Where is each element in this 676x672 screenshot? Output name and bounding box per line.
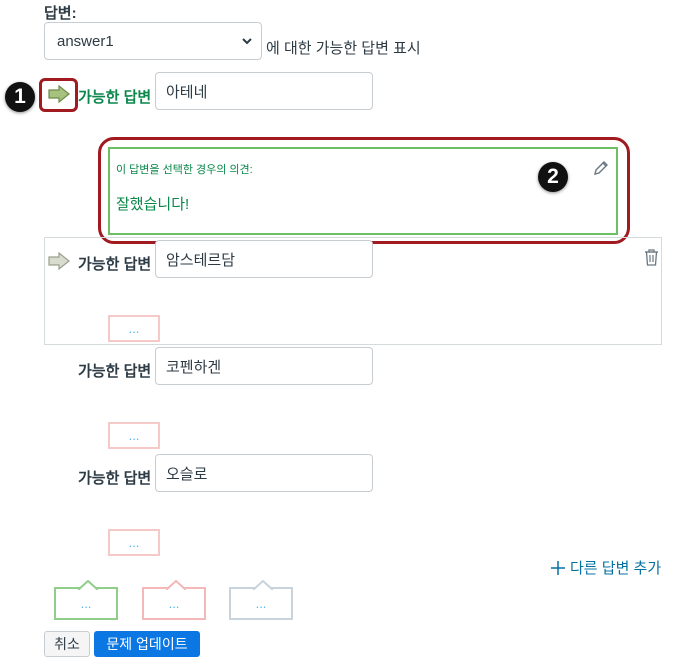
answer-label-3: 가능한 답변 <box>78 363 152 380</box>
answer-input-4[interactable]: 오슬로 <box>155 454 373 492</box>
answer-label-1: 가능한 답변 <box>78 89 152 106</box>
answer-comment-box[interactable]: 이 답변을 선택한 경우의 의견: 잘했습니다! <box>108 147 618 235</box>
comment-toggle-button[interactable]: ... <box>108 529 160 556</box>
comment-title: 이 답변을 선택한 경우의 의견: <box>116 164 253 176</box>
callout-dots: ... <box>255 596 267 611</box>
answer-select[interactable]: answer1 <box>44 22 262 60</box>
add-answer-label: 다른 답변 추가 <box>570 560 662 577</box>
correct-answer-arrow-icon[interactable] <box>48 85 70 103</box>
trash-icon[interactable] <box>643 248 660 267</box>
comment-toggle-button[interactable]: ... <box>108 422 160 449</box>
add-answer-link[interactable]: 다른 답변 추가 <box>550 557 661 578</box>
answer-input-2[interactable]: 암스테르담 <box>155 240 373 278</box>
general-comment-callout[interactable]: ... <box>229 580 293 620</box>
answer-label-2: 가능한 답변 <box>78 256 152 273</box>
plus-icon <box>551 560 565 575</box>
cancel-button[interactable]: 취소 <box>44 631 90 657</box>
pencil-icon[interactable] <box>592 159 610 177</box>
comment-toggle-button[interactable]: ... <box>108 315 160 342</box>
answer-input-1[interactable]: 아테네 <box>155 72 373 110</box>
step-badge-2: 2 <box>538 162 568 192</box>
callout-dots: ... <box>168 596 180 611</box>
select-suffix-text: 에 대한 가능한 답변 표시 <box>266 40 421 57</box>
chevron-down-icon <box>242 38 252 45</box>
incorrect-comment-callout[interactable]: ... <box>142 580 206 620</box>
update-question-button[interactable]: 문제 업데이트 <box>94 631 200 657</box>
answer-select-value: answer1 <box>57 32 114 50</box>
callout-notch-icon <box>78 580 98 590</box>
callout-notch-icon <box>166 580 186 590</box>
callout-dots: ... <box>80 596 92 611</box>
answer-input-3[interactable]: 코펜하겐 <box>155 347 373 385</box>
answer-label: 답변: <box>44 5 77 22</box>
correct-comment-callout[interactable]: ... <box>54 580 118 620</box>
callout-notch-icon <box>253 580 273 590</box>
answer-label-4: 가능한 답변 <box>78 470 152 487</box>
mark-correct-arrow-icon[interactable] <box>48 252 70 270</box>
comment-text: 잘했습니다! <box>116 196 190 213</box>
step-badge-1: 1 <box>5 82 35 112</box>
